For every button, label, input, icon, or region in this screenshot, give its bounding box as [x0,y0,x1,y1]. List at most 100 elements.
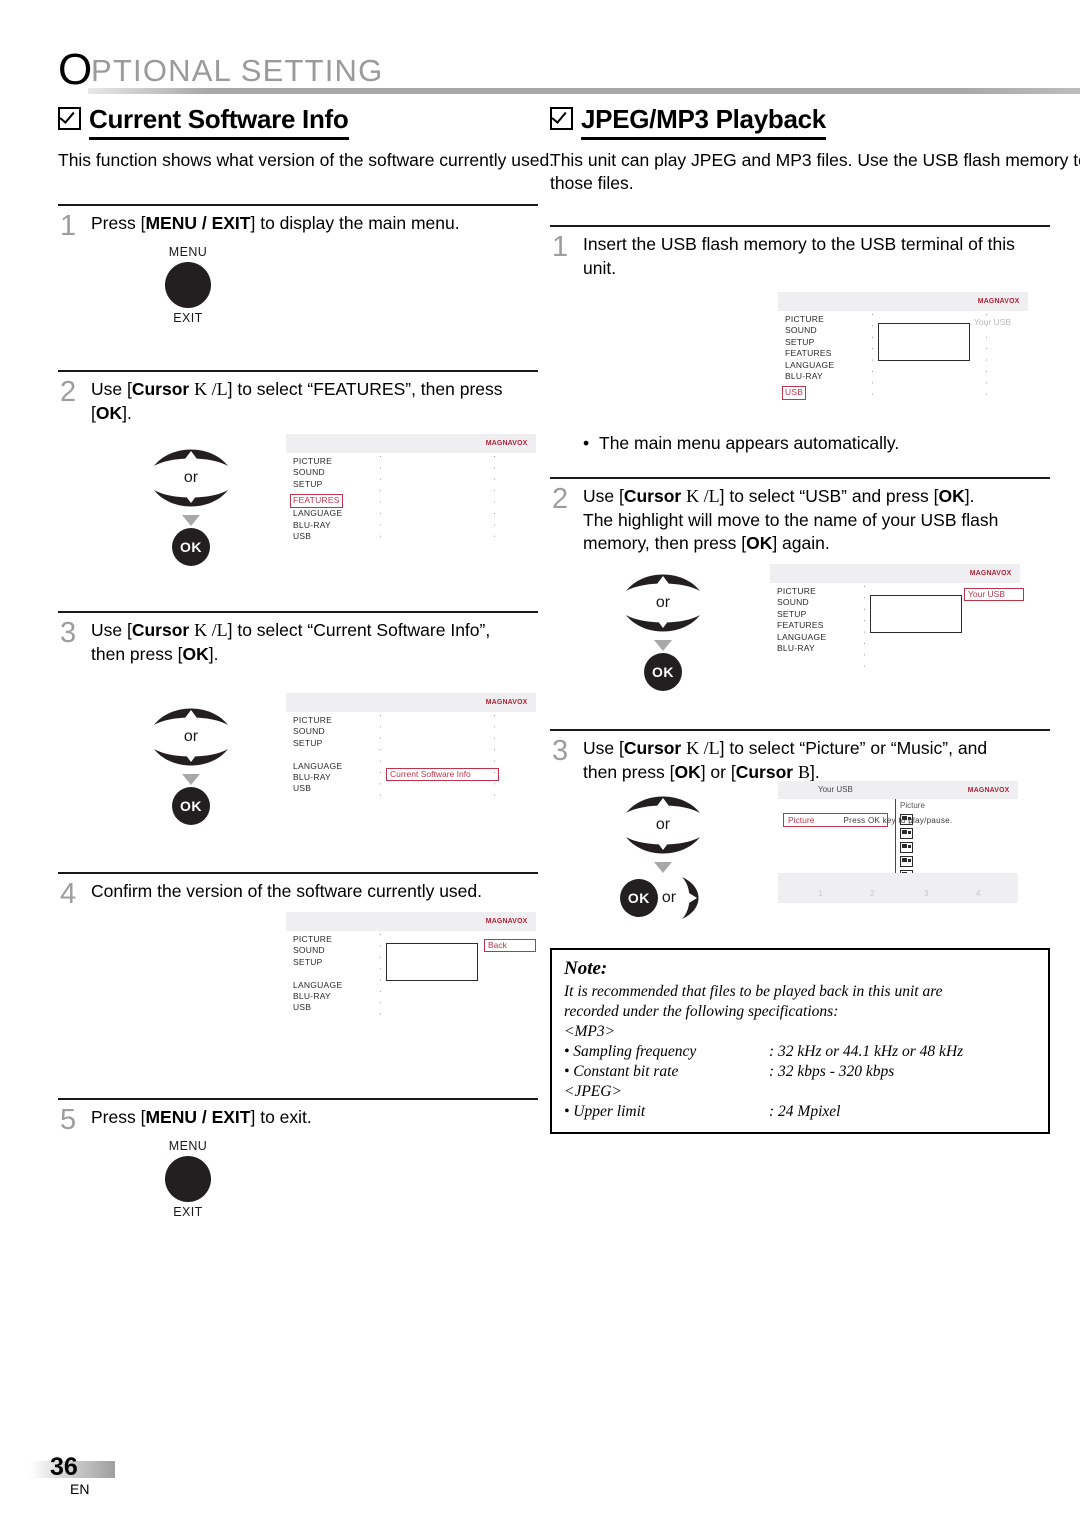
or-label: or [655,594,671,611]
step-text-line2: The highlight will move to the name of y… [583,509,999,530]
tv-menu-item-blank [293,749,342,760]
tv-menu-item[interactable]: BLU-RAY [293,772,342,783]
cursor-right-icon [682,877,699,919]
note-box: Note: It is recommended that files to be… [550,948,1050,1134]
note-row-key: • Upper limit [564,1103,646,1120]
right-step-1: 1 Insert the USB flash memory to the USB… [550,225,1050,438]
ok-keyword: OK [938,486,965,506]
step-number: 3 [60,617,77,649]
right-section-title: JPEG/MP3 Playback [581,104,826,140]
ok-button-art: OK [644,653,682,691]
tv-menu-item[interactable]: PICTURE [293,934,342,945]
right-column: JPEG/MP3 Playback This unit can play JPE… [550,104,1080,1134]
tv-menu-item[interactable]: LANGUAGE [293,980,342,991]
mb-page-number[interactable]: 2 [870,889,874,898]
tv-screen-header: MAGNAVOX [286,434,536,453]
tv-menu-item[interactable]: LANGUAGE [777,632,826,643]
tv-menu-item-selected[interactable]: FEATURES [290,494,343,509]
tv-menu-list: PICTURE SOUND SETUP LANGUAGE BLU-RAY USB [293,934,342,1014]
tv-menu-item[interactable]: SOUND [777,597,826,608]
tv-menu-item[interactable]: FEATURES [785,348,834,359]
step-text-line2: unit. [583,257,617,278]
tv-menu-item-blank [293,968,342,979]
tv-menu-item[interactable]: BLU-RAY [777,643,826,654]
tv-menu-item[interactable]: LANGUAGE [293,761,342,772]
cursor-up-icon [626,574,700,591]
tv-dot-column [380,456,381,544]
tv-menu-item[interactable]: SOUND [293,467,343,478]
tv-screen-header: MAGNAVOX [286,912,536,931]
tv-screen-body: PICTURE SOUND SETUP FEATURES LANGUAGE BL… [778,311,1028,402]
tv-menu-item[interactable]: USB [293,783,342,794]
ok-keyword: OK [95,402,123,423]
mb-file-icon[interactable] [900,842,913,853]
tv-menu-item[interactable]: SETUP [293,957,342,968]
remote-button-circle [165,1155,211,1202]
cursor-glyph: K /L [194,620,228,640]
magnavox-logo: MAGNAVOX [485,697,528,706]
tv-menu-item[interactable]: SOUND [785,325,834,336]
tv-menu-item[interactable]: SETUP [293,738,342,749]
cursor-keyword: Cursor [623,486,682,506]
tv-menu-item[interactable]: SETUP [777,609,826,620]
tv-dot-column [872,314,873,402]
checkbox-icon [550,106,573,130]
left-step-5: 5 Press [MENU / EXIT] to exit. MENU EXIT [58,1098,538,1246]
right-step-3: 3 Use [Cursor K /L] to select “Picture” … [550,729,1050,932]
tv-menu-item[interactable]: SOUND [293,945,342,956]
tv-menu-item[interactable]: BLU-RAY [293,991,342,1002]
tv-menu-item[interactable]: PICTURE [777,586,826,597]
tv-menu-screen: MAGNAVOX PICTURE SOUND SETUP FEATURES LA… [778,292,1028,402]
step-number: 4 [60,878,77,910]
left-step-1: 1 Press [MENU / EXIT] to display the mai… [58,204,538,352]
step-text-line1: Use [Cursor K /L] to select “Picture” or… [583,737,1050,761]
tv-menu-item[interactable]: FEATURES [777,620,826,631]
mb-file-icon[interactable] [900,828,913,839]
cursor-up-icon [154,708,228,725]
tv-menu-item[interactable]: PICTURE [293,715,342,726]
cursor-glyph: K /L [686,738,720,758]
tv-menu-item[interactable]: USB [293,1002,342,1013]
mb-footer-text: Press OK key to play/pause. [843,816,953,825]
tv-menu-screen: MAGNAVOX PICTURE SOUND SETUP FEATURES LA… [286,434,536,544]
tv-menu-item[interactable]: USB [293,531,343,542]
right-section-heading: JPEG/MP3 Playback [550,104,1050,140]
tv-menu-item[interactable]: LANGUAGE [785,360,834,371]
tv-content-panel [878,323,970,361]
step-text-line2a: then press [ [583,761,675,782]
mb-file-icon[interactable] [900,856,913,867]
tv-usb-name-highlight[interactable]: Your USB [964,588,1024,601]
checkbox-icon [58,106,81,130]
cursor-up-icon [154,449,228,466]
tv-menu-item[interactable]: SOUND [293,726,342,737]
step-text-c: ] to select “Current Software Info”, [227,620,491,640]
tv-menu-item-selected[interactable]: USB [782,386,807,401]
mb-page-number[interactable]: 1 [818,889,822,898]
tv-menu-item[interactable]: PICTURE [785,314,834,325]
or-label: or [183,469,199,486]
step-number: 5 [60,1104,77,1136]
note-row: • Upper limit : 24 Mpixel [564,1102,1036,1122]
tv-submenu-highlight[interactable]: Current Software Info [386,768,499,781]
left-section-title: Current Software Info [89,104,349,140]
step-text-line3a: memory, then press [ [583,533,747,553]
tv-back-button[interactable]: Back [484,939,536,952]
tv-menu-item[interactable]: BLU-RAY [293,520,343,531]
step-text-e: ]. [964,486,975,506]
step-text-a: Use [ [91,379,132,399]
tv-menu-list: PICTURE SOUND SETUP LANGUAGE BLU-RAY USB [293,715,342,795]
step-text: Use [Cursor K /L] to select “Picture” or… [583,737,1050,784]
tv-menu-item[interactable]: SETUP [293,479,343,490]
tv-menu-item[interactable]: LANGUAGE [293,508,343,519]
mb-page-number[interactable]: 3 [924,889,928,898]
step-text-line3c: ] again. [772,533,830,553]
tv-menu-item[interactable]: SETUP [785,337,834,348]
tv-screen-header: MAGNAVOX [778,292,1028,311]
left-section-description: This function shows what version of the … [58,150,555,170]
tv-menu-item[interactable]: BLU-RAY [785,371,834,382]
right-section-description: This unit can play JPEG and MP3 files. U… [550,149,1080,195]
menu-exit-button-art: MENU EXIT [143,1139,233,1219]
cursor-glyph: K /L [194,379,228,399]
tv-menu-item[interactable]: PICTURE [293,456,343,467]
mb-page-number[interactable]: 4 [976,889,980,898]
